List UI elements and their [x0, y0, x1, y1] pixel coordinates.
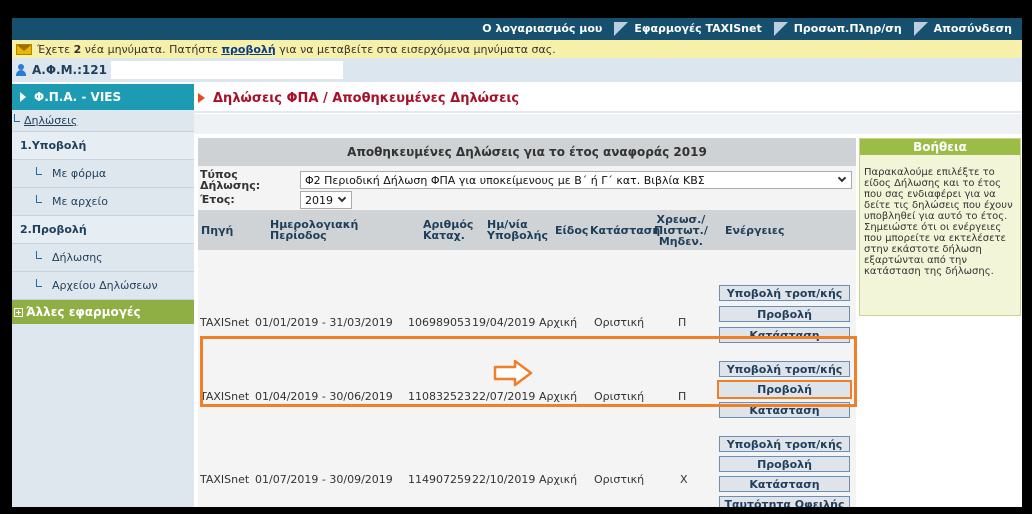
sidebar-item-view[interactable]: 2.Προβολή — [12, 216, 194, 244]
status-button[interactable]: Κατάσταση — [719, 476, 850, 492]
tree-branch-icon — [14, 113, 20, 122]
app-window: Ο λογαριασμός μου Εφαρμογές TAXISnet Προ… — [12, 18, 1022, 507]
afm-value — [110, 61, 343, 79]
divider — [194, 111, 1022, 113]
arrow-right-icon — [493, 359, 533, 387]
chevron-down-icon — [337, 193, 347, 203]
help-text: Παρακαλούμε επιλέξτε το είδος Δήλωσης κα… — [864, 167, 1013, 277]
messages-bar: Έχετε 2 νέα μηνύματα. Πατήστε προβολή γι… — [12, 40, 1022, 58]
nav-logout[interactable]: Αποσύνδεση — [926, 18, 1022, 40]
top-navigation: Ο λογαριασμός μου Εφαρμογές TAXISnet Προ… — [12, 18, 1022, 40]
messages-view-link[interactable]: προβολή — [221, 43, 275, 56]
col-source: Πηγή — [201, 223, 234, 237]
col-period: Ημερολογιακή Περίοδος — [270, 218, 359, 242]
filter-area: Τύπος Δήλωσης: Φ2 Περιοδική Δήλωση ΦΠΑ γ… — [198, 167, 856, 209]
sidebar-item-with-file[interactable]: Με αρχείο — [12, 188, 194, 216]
afm-bar: Α.Φ.Μ.:121 — [12, 58, 1022, 82]
sidebar-item-label: 1.Υποβολή — [20, 139, 87, 152]
messages-middle: νέα μηνύματα. Πατήστε — [84, 42, 218, 56]
col-status: Κατάσταση — [590, 223, 661, 237]
declaration-type-select[interactable]: Φ2 Περιοδική Δήλωση ΦΠΑ για υποκείμενους… — [300, 171, 852, 189]
cell-regno: 106989053 — [408, 316, 471, 329]
sidebar-item-label: Αρχείου Δηλώσεων — [52, 279, 158, 292]
col-submit-date: Ημ/νία Υποβολής — [487, 218, 548, 242]
cell-period: 01/01/2019 - 31/03/2019 — [255, 316, 393, 329]
cell-debit: Π — [678, 316, 687, 329]
cell-source: TAXISnet — [200, 316, 250, 329]
sidebar-item-with-form[interactable]: Με φόρμα — [12, 160, 194, 188]
table-row: TAXISnet 01/01/2019 - 31/03/2019 1069890… — [198, 281, 856, 343]
declaration-type-value: Φ2 Περιοδική Δήλωση ΦΠΑ για υποκείμενους… — [305, 173, 705, 187]
chevron-down-icon — [837, 173, 847, 183]
messages-prefix: Έχετε — [37, 42, 71, 56]
user-icon — [16, 64, 26, 76]
table-header: Πηγή Ημερολογιακή Περίοδος Αριθμός Καταχ. … — [198, 210, 856, 250]
sidebar-section-vat-vies[interactable]: Φ.Π.Α. - VIES — [12, 84, 194, 110]
expand-plus-icon — [14, 307, 23, 317]
screenshot-frame: Ο λογαριασμός μου Εφαρμογές TAXISnet Προ… — [0, 0, 1032, 514]
sidebar-other-apps-label: Άλλες εφαρμογές — [26, 305, 141, 319]
year-label: Έτος: — [200, 193, 235, 206]
year-value: 2019 — [305, 193, 333, 207]
sidebar: Φ.Π.Α. - VIES Δηλώσεις 1.Υποβολή Με φόρμ… — [12, 84, 194, 507]
triangle-right-icon — [20, 92, 26, 102]
submit-amendment-button[interactable]: Υποβολή τροπ/κής — [719, 285, 850, 301]
table-row: TAXISnet 01/07/2019 - 30/09/2019 1149072… — [198, 432, 856, 507]
sidebar-section-label: Φ.Π.Α. - VIES — [34, 90, 122, 104]
cell-debit: Χ — [680, 473, 688, 486]
debt-id-button[interactable]: Ταυτότητα Οφειλής — [719, 496, 850, 507]
tree-branch-icon — [36, 166, 42, 175]
nav-taxisnet-apps[interactable]: Εφαρμογές TAXISnet — [626, 18, 789, 40]
view-button[interactable]: Προβολή — [719, 306, 850, 322]
cell-date: 22/10/2019 — [472, 473, 536, 486]
content-strip — [194, 114, 1022, 134]
sidebar-item-submit[interactable]: 1.Υποβολή — [12, 132, 194, 160]
cell-source: TAXISnet — [200, 473, 250, 486]
tree-branch-icon — [36, 278, 42, 287]
col-debit: Χρεωσ./Πιστωτ./Μηδεν. — [654, 212, 708, 248]
sidebar-item-declarations[interactable]: Δηλώσεις — [12, 110, 194, 132]
col-regno: Αριθμός Καταχ. — [423, 218, 474, 242]
view-button[interactable]: Προβολή — [719, 456, 850, 472]
submit-amendment-button[interactable]: Υποβολή τροπ/κής — [719, 436, 850, 452]
saved-declarations-panel: Αποθηκευμένες Δηλώσεις για το έτος αναφο… — [198, 138, 856, 507]
type-label-line2: Δήλωσης: — [200, 179, 261, 192]
sidebar-item-label: Με αρχείο — [52, 195, 108, 208]
nav-my-account[interactable]: Ο λογαριασμός μου — [474, 18, 629, 40]
tree-branch-icon — [36, 250, 42, 259]
tree-branch-icon — [36, 194, 42, 203]
sidebar-item-view-file[interactable]: Αρχείου Δηλώσεων — [12, 272, 194, 300]
sidebar-other-apps[interactable]: Άλλες εφαρμογές — [12, 300, 194, 324]
sidebar-item-label: Με φόρμα — [52, 167, 107, 180]
help-panel: Βοήθεια Παρακαλούμε επιλέξτε το είδος Δή… — [859, 138, 1021, 316]
triangle-right-icon — [198, 93, 205, 103]
cell-kind: Αρχική — [539, 316, 578, 329]
cell-status: Οριστική — [594, 473, 645, 486]
col-actions: Ενέργειες — [725, 223, 785, 237]
cell-period: 01/07/2019 - 30/09/2019 — [255, 473, 393, 486]
cell-date: 19/04/2019 — [472, 316, 536, 329]
messages-count: 2 — [73, 42, 82, 56]
sidebar-item-label: 2.Προβολή — [20, 223, 87, 236]
nav-personal-info[interactable]: Προσωπ.Πληρ/ση — [786, 18, 928, 40]
sidebar-item-label: Δήλωσης — [52, 251, 103, 264]
cell-regno: 114907259 — [408, 473, 471, 486]
year-select[interactable]: 2019 — [300, 191, 352, 209]
sidebar-item-view-declaration[interactable]: Δήλωσης — [12, 244, 194, 272]
panel-title: Αποθηκευμένες Δηλώσεις για το έτος αναφο… — [198, 138, 856, 166]
col-kind: Είδος — [555, 223, 589, 237]
messages-suffix: για να μεταβείτε στα εισερχόμενα μηνύματ… — [279, 42, 556, 56]
sidebar-item-label: Δηλώσεις — [24, 114, 78, 127]
afm-label: Α.Φ.Μ.:121 — [32, 63, 107, 77]
breadcrumb: Δηλώσεις ΦΠΑ / Αποθηκευμένες Δηλώσεις — [198, 88, 519, 108]
cell-kind: Αρχική — [539, 473, 578, 486]
cell-status: Οριστική — [594, 316, 645, 329]
help-title: Βοήθεια — [860, 139, 1020, 155]
breadcrumb-text: Δηλώσεις ΦΠΑ / Αποθηκευμένες Δηλώσεις — [213, 90, 520, 106]
envelope-icon — [16, 43, 32, 55]
